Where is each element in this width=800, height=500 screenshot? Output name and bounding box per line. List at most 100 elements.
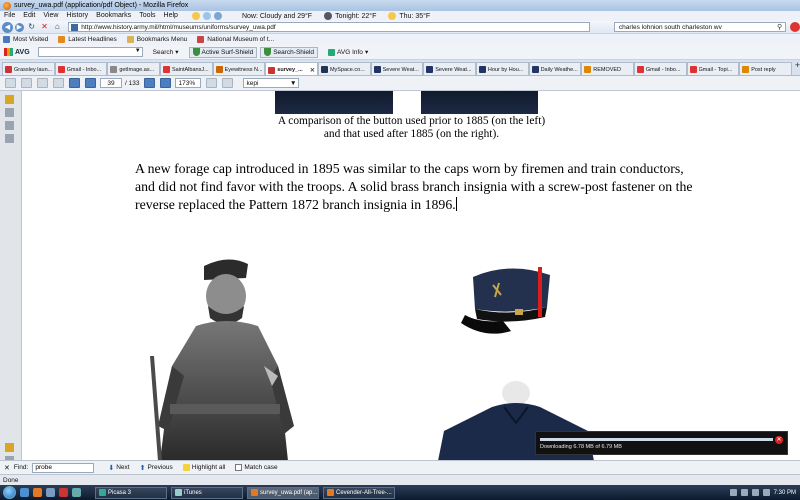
tab-13[interactable]: Gmail - Topi... [686, 62, 740, 75]
quicklaunch-firefox-icon[interactable] [33, 488, 42, 497]
save-icon[interactable] [5, 78, 16, 88]
tab-11[interactable]: REMOVED [581, 62, 634, 75]
security-icon[interactable] [751, 489, 759, 496]
menu-bookmarks[interactable]: Bookmarks [92, 11, 135, 21]
taskbar-task-1[interactable]: iTunes [171, 486, 243, 499]
pdf-document[interactable]: A comparison of the button used prior to… [23, 91, 800, 460]
stop-icon[interactable]: ✕ [40, 22, 50, 32]
tab-8[interactable]: Severe Weat... [423, 62, 476, 75]
match-case-checkbox[interactable]: Match case [235, 464, 278, 471]
menu-file[interactable]: File [0, 11, 19, 21]
home-icon[interactable]: ⌂ [52, 22, 62, 32]
close-icon[interactable]: ✕ [775, 436, 783, 444]
url-bar[interactable]: http://www.history.army.mil/html/museums… [68, 22, 590, 32]
search-icon[interactable] [53, 78, 64, 88]
page-number-input[interactable]: 39 [100, 78, 122, 88]
forward-button[interactable]: ▶ [14, 22, 24, 32]
new-tab-icon[interactable]: + [795, 60, 800, 70]
cloud-icon [202, 12, 211, 20]
app-icon [327, 489, 334, 496]
pdf-find-input[interactable]: kepi ▼ [243, 78, 300, 88]
text-cursor [455, 197, 457, 211]
taskbar-task-2[interactable]: survey_uwa.pdf (ap... [247, 486, 319, 499]
search-shield-button[interactable]: Search-Shield [260, 46, 319, 58]
weather-forecast[interactable]: Now: Cloudy and 29°F Tonight: 22°F Thu: … [242, 12, 430, 20]
search-input[interactable]: charles lohnion south charleston wv ⚲ [613, 22, 787, 32]
clock[interactable]: 7:30 PM [774, 490, 796, 496]
arrow-up-icon[interactable] [69, 78, 80, 88]
tab-2[interactable]: getImage.as... [107, 62, 160, 75]
tab-5[interactable]: survey_... ✕ [265, 62, 318, 75]
pages-icon[interactable] [5, 108, 14, 117]
quicklaunch-app-icon[interactable] [72, 488, 81, 497]
weather-tonight[interactable]: Tonight: 22°F [324, 12, 376, 20]
zoom-level-select[interactable]: 173% [175, 78, 202, 88]
find-next-button[interactable]: ⬇ Next [108, 464, 129, 472]
bookmark-panel-icon[interactable] [5, 134, 14, 143]
find-input[interactable] [32, 462, 95, 473]
weather-thursday[interactable]: Thu: 35°F [388, 12, 430, 20]
lock-icon[interactable] [5, 95, 14, 104]
zoom-out-icon[interactable] [144, 78, 156, 88]
avg-toolbar: AVG ▼ Search ▾ Active Surf-Shield Search-… [0, 45, 800, 60]
chevron-down-icon[interactable]: ▼ [135, 48, 141, 54]
network-icon[interactable] [729, 489, 737, 496]
shield-icon [264, 48, 272, 56]
fit-width-icon[interactable] [222, 78, 234, 88]
chevron-down-icon[interactable]: ▼ [290, 79, 296, 88]
menu-edit[interactable]: Edit [19, 11, 39, 21]
tab-1[interactable]: Gmail - Inbo... [54, 62, 108, 75]
tab-3[interactable]: SaintAlbansJ... [159, 62, 213, 75]
abp-icon[interactable] [790, 22, 800, 32]
active-surf-shield-button[interactable]: Active Surf-Shield [188, 46, 258, 58]
tab-4[interactable]: Eyewitness N... [212, 62, 266, 75]
start-button[interactable] [3, 486, 16, 499]
quicklaunch-ie-icon[interactable] [20, 488, 29, 497]
avg-search-button[interactable]: Search ▾ [153, 48, 179, 57]
bookmark-bookmarks-menu[interactable]: Bookmarks Menu [126, 36, 187, 43]
tab-9[interactable]: Hour by Hou... [475, 62, 529, 75]
tab-0[interactable]: Grassley laun... [2, 62, 55, 75]
tab-close-icon[interactable]: ✕ [310, 67, 315, 74]
menu-tools[interactable]: Tools [135, 11, 159, 21]
tab-7[interactable]: Severe Weat... [370, 62, 424, 75]
taskbar-task-0[interactable]: Picasa 3 [95, 486, 167, 499]
email-icon[interactable] [37, 78, 48, 88]
reload-icon[interactable]: ↻ [27, 22, 37, 32]
arrow-down-icon[interactable] [85, 78, 96, 88]
tab-label: MySpace.co... [329, 66, 365, 73]
battery-icon[interactable] [762, 489, 770, 496]
quicklaunch-desktop-icon[interactable] [46, 488, 55, 497]
window-title: survey_uwa.pdf (application/pdf Object) … [14, 2, 189, 9]
volume-icon[interactable] [740, 489, 748, 496]
layers-icon[interactable] [5, 121, 14, 130]
bookmark-latest-headlines[interactable]: Latest Headlines [58, 36, 117, 43]
weather-now[interactable]: Now: Cloudy and 29°F [242, 12, 312, 20]
tab-6[interactable]: MySpace.co... [317, 62, 371, 75]
avg-info-button[interactable]: AVG Info ▾ [328, 48, 368, 56]
taskbar-task-3[interactable]: Cevender-All-Tree-... [323, 486, 395, 499]
firefox-icon [3, 2, 11, 10]
bookmark-most-visited[interactable]: Most Visited [3, 36, 48, 43]
avg-search-input[interactable]: ▼ [37, 47, 143, 57]
tab-14[interactable]: Post reply [739, 62, 792, 75]
close-icon[interactable]: ✕ [4, 464, 10, 472]
back-button[interactable]: ◀ [2, 21, 13, 33]
fit-page-icon[interactable] [206, 78, 218, 88]
tab-10[interactable]: Daily Weathe... [528, 62, 582, 75]
avg-logo[interactable]: AVG [4, 48, 30, 56]
highlight-all-button[interactable]: Highlight all [182, 464, 225, 471]
zoom-in-icon[interactable] [160, 78, 172, 88]
print-icon[interactable] [21, 78, 32, 88]
tab-12[interactable]: Gmail - Inbo... [633, 62, 687, 75]
menu-history[interactable]: History [62, 11, 92, 21]
bookmark-national-museum[interactable]: National Museum of t... [197, 36, 274, 43]
menu-view[interactable]: View [39, 11, 62, 21]
menu-help[interactable]: Help [160, 11, 182, 21]
comment-icon[interactable] [5, 443, 14, 452]
quicklaunch-media-icon[interactable] [59, 488, 68, 497]
search-icon[interactable]: ⚲ [777, 23, 782, 32]
tab-label: Eyewitness N... [224, 66, 263, 73]
find-previous-button[interactable]: ⬆ Previous [140, 464, 173, 472]
tab-label: Post reply [751, 66, 776, 73]
